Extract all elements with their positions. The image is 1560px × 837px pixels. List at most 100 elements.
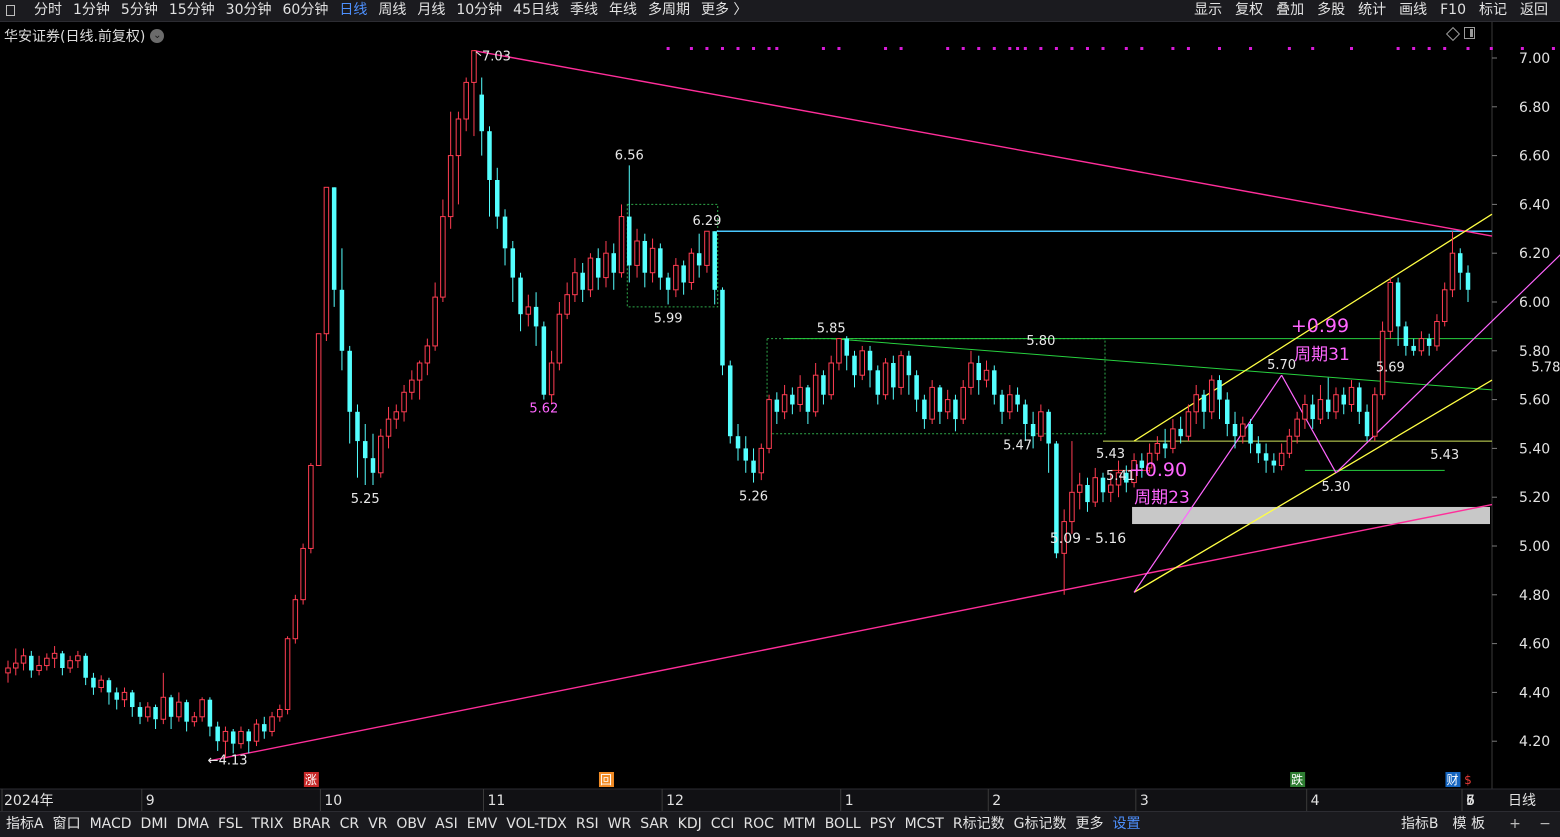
- candle: [1193, 384, 1199, 424]
- candle-body: [642, 241, 648, 273]
- indicator-tab-23[interactable]: MCST: [900, 812, 948, 836]
- candle-body: [199, 699, 205, 718]
- candle-body: [1333, 394, 1339, 413]
- signal-dot: [1085, 47, 1089, 50]
- indicator-tab-16[interactable]: SAR: [635, 812, 672, 836]
- indicator-tab-14[interactable]: RSI: [571, 812, 603, 836]
- indicator-tab-13[interactable]: VOL-TDX: [501, 812, 571, 836]
- candle: [852, 350, 857, 388]
- candle: [331, 187, 337, 307]
- candle: [929, 380, 935, 424]
- indicator-tab-1[interactable]: 窗口: [48, 812, 85, 836]
- candle: [1317, 384, 1324, 424]
- candle-body: [1372, 394, 1378, 437]
- zoom-out-button[interactable]: −: [1538, 812, 1552, 836]
- indicator-b-button[interactable]: 指标B: [1394, 812, 1446, 836]
- indicator-tab-0[interactable]: 指标A: [0, 812, 48, 836]
- indicator-tab-10[interactable]: OBV: [391, 812, 430, 836]
- candle: [727, 360, 733, 444]
- candle-body: [898, 355, 904, 388]
- candle: [130, 689, 135, 717]
- candle: [378, 428, 384, 478]
- indicator-tab-7[interactable]: BRAR: [287, 812, 334, 836]
- candle-body: [1178, 428, 1183, 437]
- candle-body: [269, 716, 275, 732]
- indicator-tab-9[interactable]: VR: [363, 812, 391, 836]
- candle: [1015, 387, 1020, 412]
- candle: [300, 543, 306, 605]
- candle-body: [292, 599, 299, 640]
- y-tick-label: 5.80: [1519, 344, 1550, 360]
- candle-body: [168, 697, 174, 717]
- candle: [1248, 419, 1253, 454]
- price-label: 6.29: [692, 214, 721, 229]
- kline-chart[interactable]: 7.00 6.80 6.60 6.40 6.20 6.00 5.80 5.60 5.40 5.20…: [0, 0, 1560, 811]
- y-tick-label: 5.00: [1519, 539, 1550, 555]
- indicator-tab-20[interactable]: MTM: [778, 812, 820, 836]
- y-tick-label: 4.40: [1519, 685, 1550, 701]
- candle-body: [944, 399, 951, 413]
- template-button[interactable]: 模 板: [1446, 812, 1492, 836]
- candle: [634, 228, 640, 278]
- indicator-tab-19[interactable]: ROC: [738, 812, 778, 836]
- indicator-tab-3[interactable]: DMI: [136, 812, 172, 836]
- candle-body: [595, 258, 601, 278]
- signal-dot: [1551, 47, 1555, 50]
- indicator-tab-25[interactable]: G标记数: [1009, 812, 1071, 836]
- candle: [1372, 387, 1378, 442]
- indicator-tab-26[interactable]: 更多: [1070, 812, 1107, 836]
- indicator-tab-6[interactable]: TRIX: [246, 812, 287, 836]
- event-marker-label: 跌: [1291, 772, 1303, 787]
- candle: [627, 165, 632, 283]
- signal-dot: [1287, 47, 1291, 50]
- indicator-tab-22[interactable]: PSY: [865, 812, 900, 836]
- candle: [828, 355, 834, 400]
- price-label: 5.43: [1096, 447, 1125, 462]
- candle-body: [121, 691, 128, 701]
- indicator-tab-4[interactable]: DMA: [172, 812, 213, 836]
- candle: [393, 404, 400, 429]
- candle: [1286, 428, 1293, 459]
- candle: [751, 448, 756, 483]
- candle-body: [184, 702, 189, 722]
- indicator-tab-8[interactable]: CR: [335, 812, 364, 836]
- candle-body: [1403, 326, 1409, 346]
- candle-body: [727, 365, 733, 437]
- indicator-tab-18[interactable]: CCI: [706, 812, 739, 836]
- candle-body: [735, 436, 741, 449]
- indicator-tab-2[interactable]: MACD: [85, 812, 136, 836]
- indicator-tab-21[interactable]: BOLL: [820, 812, 865, 836]
- candle-body: [409, 379, 415, 393]
- candle-body: [696, 253, 702, 266]
- signal-dot: [992, 47, 996, 50]
- indicator-tab-5[interactable]: FSL: [213, 812, 247, 836]
- candle: [292, 594, 299, 644]
- candle: [1085, 477, 1090, 512]
- candle: [1100, 472, 1106, 503]
- candle: [1069, 441, 1075, 534]
- candle-body: [1162, 443, 1168, 449]
- candle-body: [370, 458, 376, 473]
- candle: [20, 648, 27, 671]
- candle: [137, 702, 143, 725]
- x-tick-label: 2: [992, 793, 1001, 809]
- indicator-tab-11[interactable]: ASI: [430, 812, 462, 836]
- indicator-tab-24[interactable]: R标记数: [948, 812, 1009, 836]
- candle-body: [1193, 394, 1199, 413]
- candle-body: [502, 216, 508, 249]
- x-axis-strip: [0, 789, 1560, 811]
- indicator-tab-17[interactable]: KDJ: [673, 812, 706, 836]
- candle: [91, 672, 96, 695]
- candle: [867, 345, 873, 388]
- candle: [960, 380, 966, 424]
- candle-body: [331, 187, 337, 290]
- zoom-in-button[interactable]: +: [1508, 812, 1522, 836]
- indicator-tab-27[interactable]: 设置: [1107, 812, 1144, 836]
- candle: [215, 721, 220, 751]
- indicator-tab-15[interactable]: WR: [603, 812, 636, 836]
- candle: [1201, 389, 1207, 429]
- signal-dot: [775, 47, 779, 50]
- candle-body: [828, 362, 834, 396]
- candle: [238, 726, 244, 749]
- indicator-tab-12[interactable]: EMV: [462, 812, 502, 836]
